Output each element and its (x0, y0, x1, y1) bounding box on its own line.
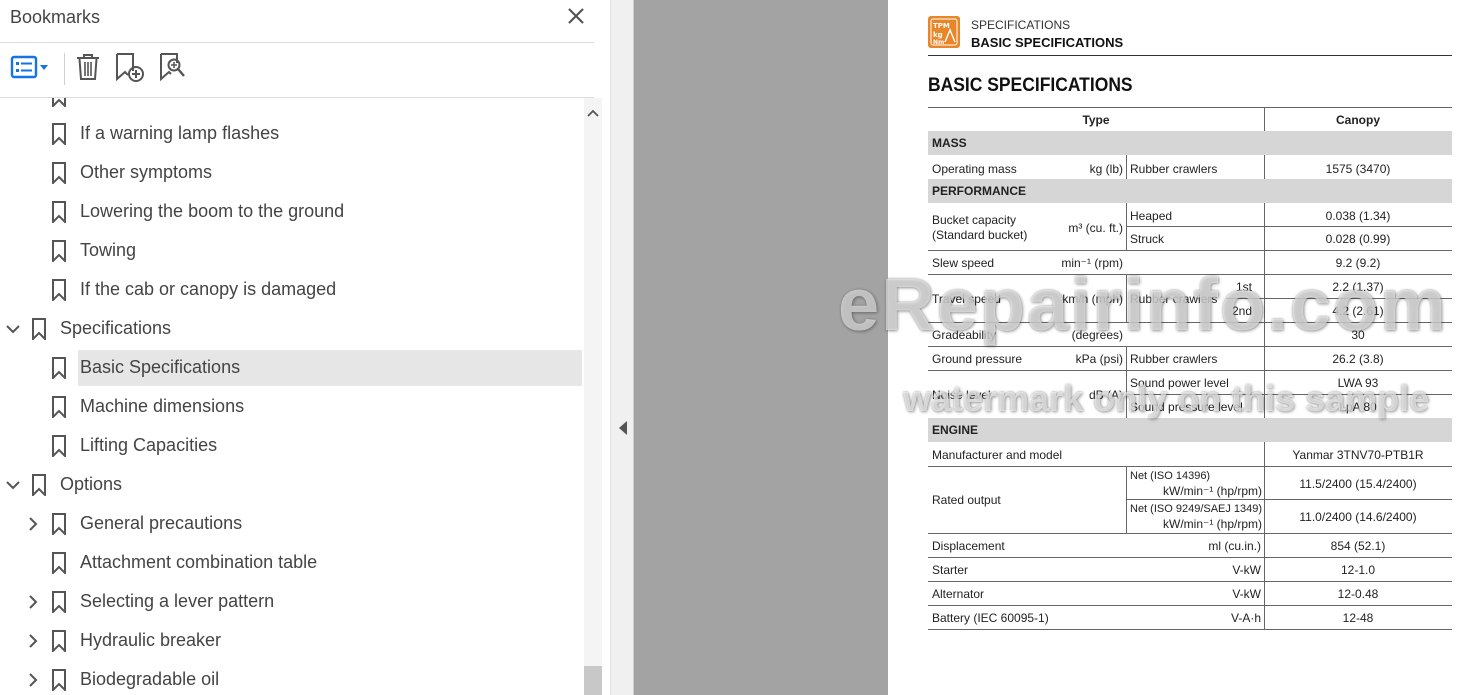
row-value: 1575 (3470) (1325, 162, 1391, 176)
panel-header: Bookmarks (0, 0, 594, 43)
bookmark-label: Basic Specifications (80, 357, 241, 377)
page-title: BASIC SPECIFICATIONS (928, 75, 1133, 96)
row-unit: kg (lb) (1089, 162, 1123, 176)
bookmarks-panel: Bookmarks If a warning lamp flashes Othe… (0, 0, 610, 695)
panel-splitter[interactable] (610, 0, 634, 695)
bookmark-icon (52, 591, 66, 613)
page-header-title: BASIC SPECIFICATIONS (971, 35, 1124, 50)
bookmark-icon (52, 435, 66, 457)
chevron-right-icon[interactable] (25, 633, 41, 649)
scroll-thumb[interactable] (584, 666, 602, 695)
section-mass: MASS (928, 131, 1452, 155)
bookmark-item[interactable]: Towing (0, 233, 584, 269)
bookmark-icon (52, 552, 66, 574)
bookmark-item[interactable]: Machine dimensions (0, 389, 584, 425)
row-label: Operating mass (932, 162, 1017, 176)
bookmark-label: Biodegradable oil (80, 669, 220, 689)
section-logo-icon: TPM kg Nm (928, 16, 960, 48)
bookmark-icon (52, 123, 66, 145)
delete-bookmark-button[interactable] (72, 53, 104, 85)
toolbar-separator (64, 53, 65, 85)
section-performance: PERFORMANCE (928, 179, 1452, 203)
bookmark-item[interactable]: Hydraulic breaker (0, 623, 584, 659)
bookmark-tree: If a warning lamp flashes Other symptoms L… (0, 98, 584, 695)
document-background (634, 0, 888, 695)
svg-text:Nm: Nm (933, 39, 944, 46)
bookmark-label: Selecting a lever pattern (80, 591, 275, 611)
bookmark-label: General precautions (80, 513, 243, 533)
bookmark-item[interactable]: Biodegradable oil (0, 662, 584, 695)
bookmark-icon (52, 162, 66, 184)
row-sub: Rubber crawlers (1130, 162, 1218, 176)
bookmark-item[interactable]: Attachment combination table (0, 545, 584, 581)
svg-text:TPM: TPM (933, 22, 950, 30)
scrollbar[interactable] (584, 98, 602, 695)
bookmark-icon (52, 279, 66, 301)
chevron-down-icon[interactable] (5, 477, 21, 493)
bookmark-item[interactable]: Lifting Capacities (0, 428, 584, 464)
bookmark-icon (52, 201, 66, 223)
bookmark-icon (52, 669, 66, 691)
chevron-right-icon[interactable] (25, 594, 41, 610)
bookmark-item[interactable]: If the cab or canopy is damaged (0, 272, 584, 308)
bookmark-label: If a warning lamp flashes (80, 123, 280, 143)
bookmark-label: Options (60, 474, 123, 494)
bookmark-icon (32, 318, 46, 340)
bookmark-search-icon (157, 51, 189, 88)
bookmark-label: Lifting Capacities (80, 435, 218, 455)
bookmark-item[interactable]: If a warning lamp flashes (0, 116, 584, 152)
bookmark-icon (32, 474, 46, 496)
chevron-right-icon[interactable] (25, 516, 41, 532)
bookmark-label: If the cab or canopy is damaged (80, 279, 337, 299)
bookmark-item[interactable]: General precautions (0, 506, 584, 542)
svg-text:kg: kg (933, 31, 943, 39)
bookmark-item[interactable]: Selecting a lever pattern (0, 584, 584, 620)
bookmark-label: Lowering the boom to the ground (80, 201, 345, 221)
bookmark-icon (52, 630, 66, 652)
bookmark-add-icon (113, 51, 147, 88)
scroll-up-icon[interactable] (584, 106, 602, 120)
chevron-down-icon[interactable] (5, 321, 21, 337)
find-bookmark-button[interactable] (157, 51, 189, 88)
bookmarks-toolbar (0, 43, 594, 98)
header-rule (928, 55, 1452, 56)
close-icon[interactable] (564, 4, 588, 28)
section-engine: ENGINE (928, 418, 1452, 442)
watermark-main: eRepairinfo.com (838, 263, 1448, 346)
options-button[interactable] (8, 53, 54, 85)
bookmark-label: Machine dimensions (80, 396, 245, 416)
bookmark-label: Other symptoms (80, 162, 213, 182)
list-options-icon (8, 51, 54, 88)
watermark-sub: watermark only on this sample (903, 378, 1430, 419)
bookmark-label: Attachment combination table (80, 552, 318, 572)
pdf-page: TPM kg Nm SPECIFICATIONS BASIC SPECIFICA… (888, 0, 1473, 695)
col-header-type: Type (1082, 113, 1110, 127)
bookmark-label: Specifications (60, 318, 172, 338)
bookmark-item[interactable] (0, 98, 584, 114)
bookmark-icon (52, 240, 66, 262)
page-header-section: SPECIFICATIONS (971, 18, 1071, 32)
chevron-right-icon[interactable] (25, 672, 41, 688)
collapse-panel-icon[interactable] (618, 420, 628, 436)
bookmark-item[interactable]: Basic Specifications (0, 350, 584, 386)
bookmark-icon (52, 357, 66, 379)
bookmark-icon (52, 396, 66, 418)
bookmark-label: Towing (80, 240, 137, 260)
col-header-canopy: Canopy (1335, 113, 1380, 127)
bookmark-label: Hydraulic breaker (80, 630, 222, 650)
spec-table: Type Canopy MASS Operating mass kg (lb) … (928, 107, 1452, 630)
add-bookmark-button[interactable] (113, 51, 147, 88)
trash-icon (72, 51, 104, 88)
bookmark-item[interactable]: Specifications (0, 311, 584, 347)
bookmark-icon (52, 513, 66, 535)
bookmark-item[interactable]: Lowering the boom to the ground (0, 194, 584, 230)
bookmark-item[interactable]: Options (0, 467, 584, 503)
panel-title: Bookmarks (10, 7, 101, 27)
bookmark-item[interactable]: Other symptoms (0, 155, 584, 191)
